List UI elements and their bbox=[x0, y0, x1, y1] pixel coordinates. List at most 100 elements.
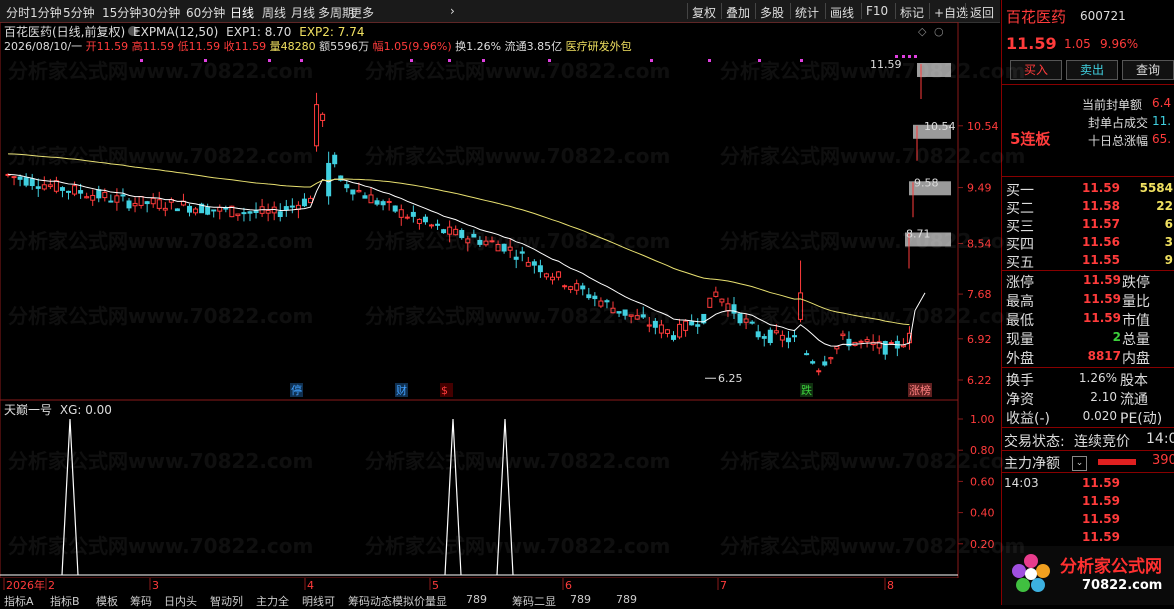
bottom-tab[interactable]: 日内头 bbox=[164, 593, 197, 609]
diamond-icon[interactable]: ◇ bbox=[918, 25, 927, 38]
indicator-panel-name[interactable]: 天巅一号 bbox=[4, 403, 52, 417]
sell-button[interactable]: 卖出 bbox=[1066, 60, 1118, 80]
bid-price[interactable]: 11.58 bbox=[1082, 199, 1120, 213]
quote-low: 低11.59 bbox=[177, 40, 221, 53]
main-force-value: 390 bbox=[1152, 453, 1174, 468]
tick-time: 14:03 bbox=[1004, 476, 1039, 490]
candle-body bbox=[501, 243, 507, 252]
event-tag[interactable]: 停 bbox=[291, 383, 302, 397]
period-tab-0[interactable]: 分时 bbox=[6, 4, 30, 21]
candle-body bbox=[90, 194, 96, 201]
query-button[interactable]: 查询 bbox=[1122, 60, 1174, 80]
price-axis-label: 6.22 bbox=[967, 374, 992, 387]
candle-body bbox=[719, 298, 725, 303]
divider bbox=[965, 3, 966, 19]
buy-button[interactable]: 买入 bbox=[1010, 60, 1062, 80]
bottom-tab[interactable]: 筹码 bbox=[130, 593, 152, 609]
tool-button-0[interactable]: 复权 bbox=[692, 4, 716, 21]
tool-button-3[interactable]: 统计 bbox=[795, 4, 819, 21]
candle-body bbox=[422, 216, 428, 223]
bottom-tab[interactable]: 明线可 bbox=[302, 593, 335, 609]
candle-body bbox=[59, 187, 65, 191]
tool-button-4[interactable]: 画线 bbox=[830, 4, 854, 21]
indicator-axis-label: 0.80 bbox=[970, 444, 995, 457]
candle-body bbox=[392, 205, 398, 212]
bid-price[interactable]: 11.56 bbox=[1082, 235, 1120, 249]
signal-dot bbox=[448, 59, 451, 62]
candle-body bbox=[864, 339, 870, 343]
signal-dot bbox=[300, 59, 303, 62]
tool-button-7[interactable]: +自选 bbox=[934, 4, 968, 21]
quote-row-value: 11.59 bbox=[1083, 292, 1121, 306]
quote-open: 开11.59 bbox=[85, 40, 129, 53]
tool-button-5[interactable]: F10 bbox=[866, 4, 888, 18]
candle-body bbox=[646, 324, 652, 327]
candle-body bbox=[102, 191, 108, 199]
circle-icon[interactable]: ○ bbox=[934, 25, 944, 38]
bid-label: 买一 bbox=[1006, 183, 1034, 199]
candle-body bbox=[610, 307, 616, 314]
fund-row-label: 收益(-) bbox=[1006, 411, 1050, 427]
candlestick-chart[interactable]: 10.54 9.49 8.54 7.68 6.92 6.22 11.59 6.25 10.54 9… bbox=[0, 22, 1000, 402]
candle-body bbox=[785, 337, 791, 343]
candle-body bbox=[664, 329, 670, 334]
chevron-right-icon[interactable]: › bbox=[450, 4, 455, 18]
candle-body bbox=[822, 361, 828, 366]
candle-body bbox=[223, 207, 229, 210]
period-tab-10[interactable]: 更多 bbox=[350, 4, 374, 21]
tool-button-6[interactable]: 标记 bbox=[900, 4, 924, 21]
indicator-chart[interactable]: 1.00 0.80 0.60 0.40 0.20 bbox=[0, 400, 1000, 580]
candle-body bbox=[374, 200, 380, 205]
quote-sector[interactable]: 医疗研发外包 bbox=[566, 40, 632, 53]
bottom-tab[interactable]: 模板 bbox=[96, 593, 118, 609]
bid-price[interactable]: 11.59 bbox=[1082, 181, 1120, 195]
bottom-tab[interactable]: 指标A bbox=[4, 593, 34, 609]
period-tab-5[interactable]: 60分钟 bbox=[186, 4, 225, 21]
stat-label-1: 封单占成交 bbox=[1088, 116, 1149, 130]
candle-body bbox=[126, 200, 132, 209]
period-tab-1[interactable]: 1分钟 bbox=[30, 4, 62, 21]
quote-high: 高11.59 bbox=[131, 40, 175, 53]
logo-text: 分析家公式网 bbox=[1060, 557, 1162, 577]
bottom-tab[interactable]: 筹码动态模拟价量显 bbox=[348, 593, 447, 609]
tool-button-1[interactable]: 叠加 bbox=[726, 4, 750, 21]
bottom-tab[interactable]: 指标B bbox=[50, 593, 80, 609]
signal-dot bbox=[708, 59, 711, 62]
candle-body bbox=[622, 309, 628, 316]
period-tab-7[interactable]: 周线 bbox=[262, 4, 286, 21]
time-axis-label: 7 bbox=[720, 579, 727, 592]
period-tab-4[interactable]: 30分钟 bbox=[141, 4, 180, 21]
bottom-tab[interactable]: 主力全 bbox=[256, 593, 289, 609]
event-tag[interactable]: $ bbox=[441, 384, 448, 397]
bid-price[interactable]: 11.57 bbox=[1082, 217, 1120, 231]
xg-signal-spike bbox=[61, 418, 79, 576]
event-tag[interactable]: 跌 bbox=[801, 383, 812, 397]
bottom-tab[interactable]: 筹码二显 bbox=[512, 593, 556, 609]
stat-value-0: 6.4 bbox=[1152, 96, 1172, 110]
event-tag[interactable]: 涨榜 bbox=[909, 383, 931, 397]
bottom-tab[interactable]: 789 bbox=[570, 593, 591, 606]
bid-price[interactable]: 11.55 bbox=[1082, 253, 1120, 267]
main-force-label[interactable]: 主力净额 bbox=[1004, 453, 1060, 473]
fund-row-label: 净资 bbox=[1006, 392, 1034, 408]
tool-button-8[interactable]: 返回 bbox=[970, 4, 994, 21]
bottom-tab[interactable]: 智动列 bbox=[210, 593, 243, 609]
quote-row-label: 外盘 bbox=[1006, 351, 1034, 367]
indicator-name[interactable]: EXPMA(12,50) bbox=[133, 25, 218, 39]
bottom-tab[interactable]: 789 bbox=[616, 593, 637, 606]
tool-button-2[interactable]: 多股 bbox=[760, 4, 784, 21]
period-tab-8[interactable]: 月线 bbox=[291, 4, 315, 21]
candle-body bbox=[66, 190, 71, 193]
candle-body bbox=[41, 184, 47, 190]
period-tab-3[interactable]: 15分钟 bbox=[102, 4, 141, 21]
period-tab-6[interactable]: 日线 bbox=[230, 4, 254, 21]
stat-label-2: 十日总涨幅 bbox=[1088, 134, 1149, 148]
candle-body bbox=[217, 206, 223, 212]
candle-body bbox=[404, 216, 410, 219]
event-tag[interactable]: 财 bbox=[396, 383, 407, 397]
chevron-down-icon[interactable]: ⌄ bbox=[1072, 456, 1087, 471]
bottom-tab[interactable]: 789 bbox=[466, 593, 487, 606]
candle-body bbox=[640, 314, 646, 318]
period-tab-9[interactable]: 多周期 bbox=[318, 4, 354, 21]
period-tab-2[interactable]: 5分钟 bbox=[63, 4, 95, 21]
